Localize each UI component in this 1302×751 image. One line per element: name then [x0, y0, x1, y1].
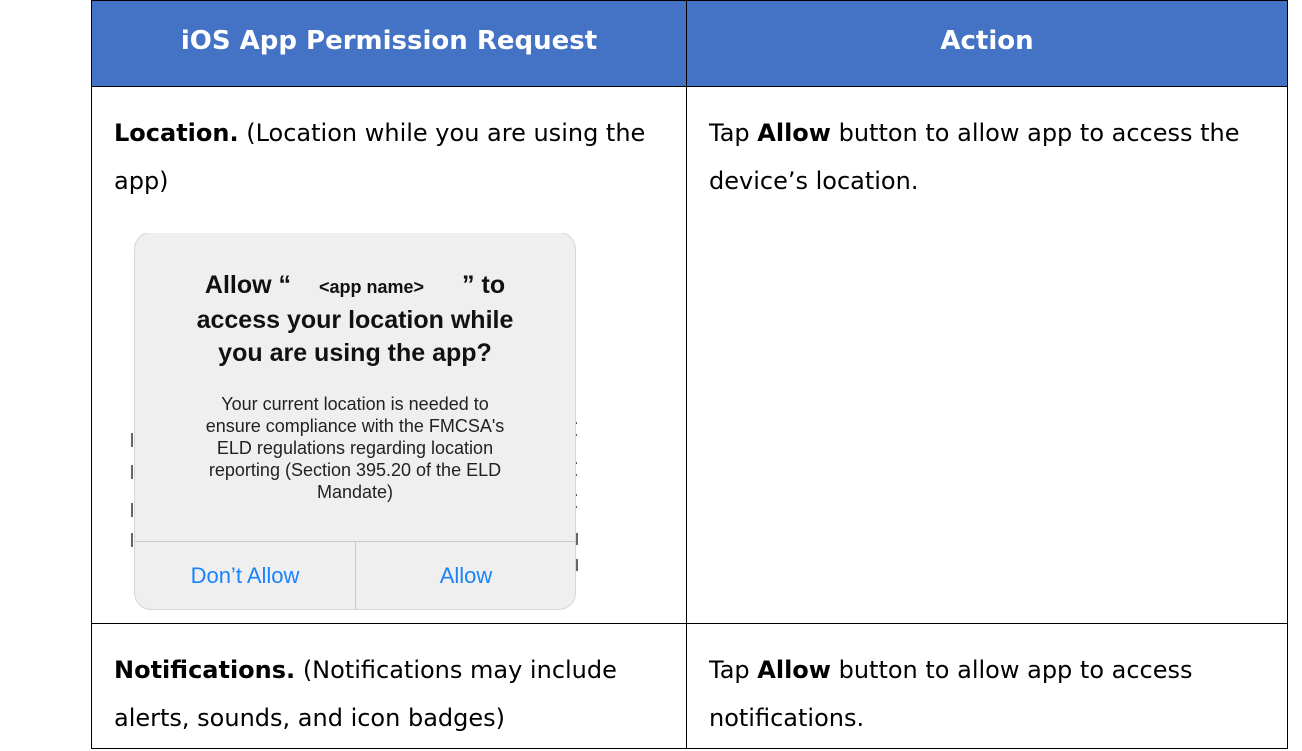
allow-button[interactable]: Allow — [356, 542, 576, 609]
location-action-bold: Allow — [757, 119, 831, 148]
alert-title: Allow “ <app name> ” to access your locati… — [135, 269, 575, 370]
alert-message-line: Mandate) — [316, 482, 394, 502]
alert-app-name: <app name> — [319, 277, 425, 297]
notifications-action-cell: Tap Allow button to allow app to access … — [686, 622, 1288, 750]
location-action-cell: Tap Allow button to allow app to access … — [686, 86, 1288, 624]
location-title: Location. — [114, 119, 239, 148]
alert-title-prefix: Allow “ — [204, 271, 291, 299]
dont-allow-button[interactable]: Don’t Allow — [135, 542, 355, 609]
notifications-action-bold: Allow — [757, 655, 831, 684]
alert-title-suffix: ” to — [462, 271, 506, 299]
alert-message-line: ELD regulations regarding location — [216, 438, 494, 458]
notifications-request-cell: Notifications. (Notifications may includ… — [91, 622, 687, 750]
notifications-action-prefix: Tap — [709, 655, 750, 684]
header-permission-request: iOS App Permission Request — [91, 0, 687, 88]
alert-message-line: reporting (Section 395.20 of the ELD — [208, 460, 502, 480]
table-row-notifications: Notifications. (Notifications may includ… — [91, 622, 1288, 750]
notifications-title: Notifications. — [114, 655, 296, 684]
alert-title-line2: access your location while — [196, 306, 514, 334]
alert-message-line: Your current location is needed to — [221, 394, 489, 414]
alert-title-line3: you are using the app? — [218, 339, 492, 367]
ios-location-alert-image: Allow “ <app name> ” to access your locati… — [130, 233, 580, 615]
location-action-prefix: Tap — [709, 119, 750, 148]
header-action: Action — [686, 0, 1288, 88]
alert-message: Your current location is needed to ensur… — [135, 393, 575, 503]
alert-message-line: ensure compliance with the FMCSA's — [205, 416, 505, 436]
alert-dialog: Allow “ <app name> ” to access your locati… — [135, 233, 575, 609]
table-header-row: iOS App Permission Request Action — [91, 0, 1288, 88]
